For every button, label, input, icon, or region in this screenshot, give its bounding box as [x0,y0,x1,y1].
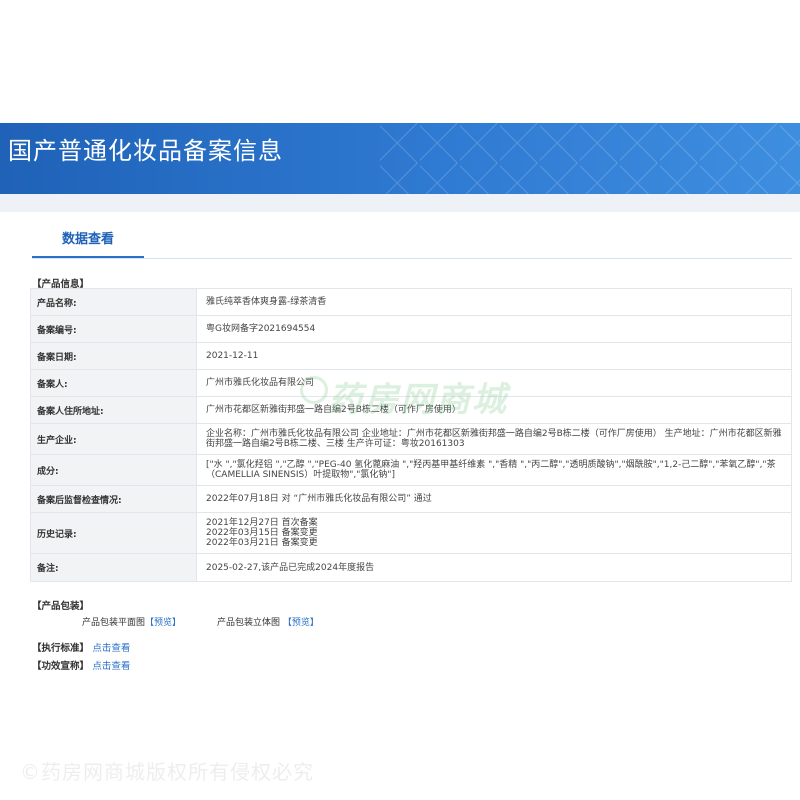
row-value: 粤G妆网备字2021694554 [196,315,792,343]
product-info-table: 产品名称: 雅氏纯萃香体爽身露-绿茶清香 备案编号: 粤G妆网备字2021694… [30,288,792,582]
row-label: 备案人: [30,369,197,397]
packaging-solid-preview-link[interactable]: 【预览】 [283,618,319,628]
efficacy-view-link[interactable]: 点击查看 [92,661,130,672]
efficacy-section-label: 【功效宣称】 [32,661,90,672]
row-value: 广州市雅氏化妆品有限公司 [196,369,792,397]
table-row: 备案日期: 2021-12-11 [30,342,792,370]
packaging-solid-label: 产品包装立体图 [217,618,281,628]
row-label: 成分: [30,454,197,486]
row-label: 备案日期: [30,342,197,370]
standard-section: 【执行标准】 点击查看 [32,640,130,654]
table-row: 备案人: 广州市雅氏化妆品有限公司 [30,369,792,397]
packaging-solid: 产品包装立体图 【预览】 [217,615,319,628]
banner-decoration [380,123,800,194]
packaging-flat: 产品包装平面图【预览】 [82,615,181,628]
table-row: 备案编号: 粤G妆网备字2021694554 [30,315,792,343]
row-value: 2025-02-27,该产品已完成2024年度报告 [196,553,792,582]
row-value: 2022年07月18日 对 “广州市雅氏化妆品有限公司” 通过 [196,485,792,513]
row-label: 产品名称: [30,288,197,316]
packaging-section-label: 【产品包装】 [32,601,90,612]
table-row: 备案后监督检查情况: 2022年07月18日 对 “广州市雅氏化妆品有限公司” … [30,485,792,513]
table-row: 生产企业: 企业名称：广州市雅氏化妆品有限公司 企业地址：广州市花都区新雅街邦盛… [30,423,792,455]
table-row: 产品名称: 雅氏纯萃香体爽身露-绿茶清香 [30,288,792,316]
row-label: 备案后监督检查情况: [30,485,197,513]
efficacy-section: 【功效宣称】 点击查看 [32,658,130,672]
table-row: 成分: ["水 ","氯化羟铝 ","乙醇 ","PEG-40 氢化蓖麻油 ",… [30,454,792,486]
history-entry: 2022年03月21日 备案变更 [206,538,318,548]
row-value: 2021年12月27日 首次备案 2022年03月15日 备案变更 2022年0… [196,512,792,554]
row-value: 2021-12-11 [196,342,792,370]
row-value: 广州市花都区新雅街邦盛一路自编2号B栋二楼（可作厂房使用） [196,396,792,424]
page-title: 国产普通化妆品备案信息 [8,137,283,165]
header-gap [0,194,800,212]
row-value: 企业名称：广州市雅氏化妆品有限公司 企业地址：广州市花都区新雅街邦盛一路自编2号… [196,423,792,455]
standard-view-link[interactable]: 点击查看 [92,643,130,654]
standard-section-label: 【执行标准】 [32,643,90,654]
row-label: 备注: [30,553,197,582]
row-label: 备案人住所地址: [30,396,197,424]
history-entry: 2022年03月15日 备案变更 [206,528,318,538]
tab-divider [32,258,792,259]
copyright-watermark: ©药房网商城版权所有侵权必究 [20,760,314,784]
row-value: 雅氏纯萃香体爽身露-绿茶清香 [196,288,792,316]
row-value: ["水 ","氯化羟铝 ","乙醇 ","PEG-40 氢化蓖麻油 ","羟丙基… [196,454,792,486]
row-label: 生产企业: [30,423,197,455]
history-entry: 2021年12月27日 首次备案 [206,518,318,528]
table-row: 备案人住所地址: 广州市花都区新雅街邦盛一路自编2号B栋二楼（可作厂房使用） [30,396,792,424]
table-row: 历史记录: 2021年12月27日 首次备案 2022年03月15日 备案变更 … [30,512,792,554]
table-row: 备注: 2025-02-27,该产品已完成2024年度报告 [30,553,792,582]
row-label: 备案编号: [30,315,197,343]
row-label: 历史记录: [30,512,197,554]
packaging-flat-preview-link[interactable]: 【预览】 [145,618,181,628]
packaging-flat-label: 产品包装平面图 [82,618,146,628]
